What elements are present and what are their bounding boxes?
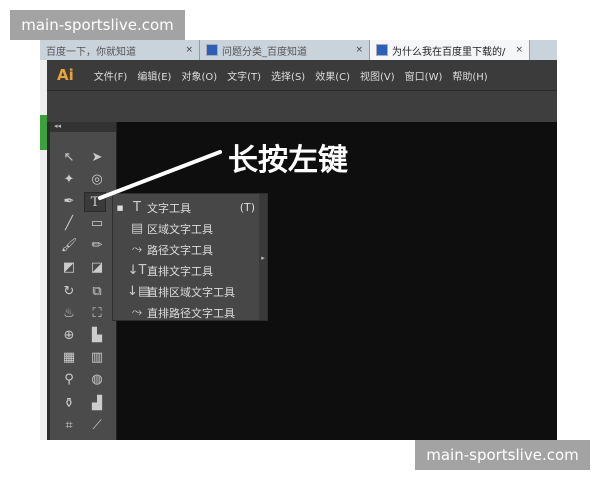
screenshot: 百度一下，你就知道 × 问题分类_百度知道 × 为什么我在百度里下载的/× Ai 文… [40,40,557,440]
annotation-arrow [98,150,222,200]
annotation-text: 长按左键 [228,143,348,178]
watermark-top: main-sportslive.com [10,10,185,40]
watermark-bottom: main-sportslive.com [415,440,590,470]
